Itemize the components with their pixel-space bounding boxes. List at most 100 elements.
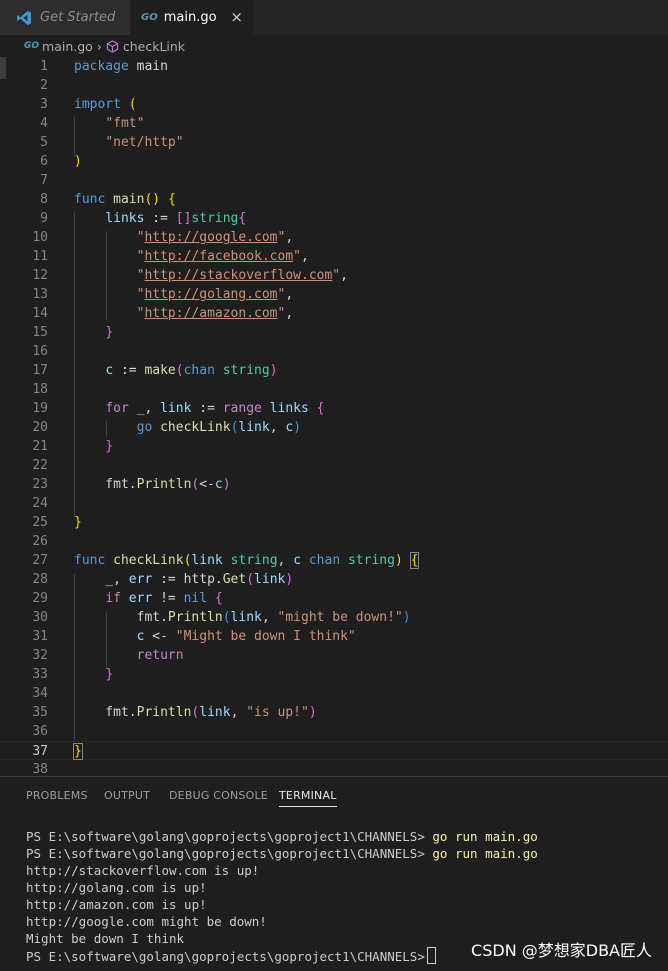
vscode-icon [17, 10, 31, 25]
code-line[interactable]: 3 import ( [0, 95, 668, 114]
code-line[interactable]: 20 go checkLink(link, c) [0, 418, 668, 437]
code-line[interactable]: 6) [0, 152, 668, 171]
line-number: 37 [32, 744, 48, 759]
tab-terminal[interactable]: TERMINAL [279, 789, 337, 807]
code-line[interactable]: 31 c <- "Might be down I think" [0, 627, 668, 646]
code-line[interactable]: 33 } [0, 665, 668, 684]
breadcrumb-file[interactable]: main.go [42, 39, 93, 54]
code-line[interactable]: 1 package main [0, 57, 668, 76]
code-editor[interactable]: 1 package main 2 3 import (4 "fmt" 5 "net/htt… [0, 57, 668, 776]
line-number: 16 [32, 344, 48, 359]
code-line[interactable]: 7 [0, 171, 668, 190]
line-code: c <- "Might be down I think" [136, 629, 356, 644]
code-line[interactable]: 13 "http://golang.com", [0, 285, 668, 304]
line-code: "http://amazon.com", [136, 306, 294, 321]
code-line[interactable]: 21 } [0, 437, 668, 456]
code-line[interactable]: 32 return [0, 646, 668, 665]
terminal-line: http://google.com might be down! [26, 914, 267, 929]
code-line[interactable]: 15 } [0, 323, 668, 342]
code-line[interactable]: 4 "fmt" [0, 114, 668, 133]
breadcrumb: GO main.go › checkLink [0, 35, 668, 57]
line-number: 13 [32, 287, 48, 302]
line-number: 12 [32, 268, 48, 283]
line-code: "http://golang.com", [136, 287, 294, 302]
line-code: func main() { [74, 192, 176, 207]
code-line[interactable]: 36 [0, 722, 668, 741]
terminal-line: Might be down I think [26, 931, 185, 946]
go-file-icon: GO [141, 12, 158, 23]
code-line[interactable]: 37} [0, 741, 668, 760]
terminal-cursor [426, 947, 436, 964]
terminal-output[interactable]: PS E:\software\golang\goprojects\goproje… [26, 828, 538, 965]
method-cube-icon [106, 39, 119, 53]
code-line[interactable]: 2 [0, 76, 668, 95]
line-number: 23 [32, 477, 48, 492]
line-code: fmt.Println(link, "might be down!") [74, 610, 411, 625]
tab-label: Get Started [40, 10, 116, 25]
code-line[interactable]: 38 [0, 760, 668, 776]
line-code: func checkLink(link string, c chan strin… [74, 552, 420, 569]
code-line[interactable]: 22 [0, 456, 668, 475]
line-number: 3 [40, 97, 48, 112]
line-code: "net/http" [105, 135, 184, 150]
code-line[interactable]: 23 fmt.Println(<-c) [0, 475, 668, 494]
code-line[interactable]: 16 [0, 342, 668, 361]
line-number: 36 [32, 724, 48, 739]
tab-main-go[interactable]: GO main.go × [131, 0, 253, 35]
line-code: return [136, 648, 184, 663]
code-line[interactable]: 29 if err != nil { [0, 589, 668, 608]
code-line[interactable]: 28 _, err := http.Get(link) [0, 570, 668, 589]
line-code: for _, link := range links { [105, 401, 325, 416]
line-code: } [73, 743, 83, 760]
line-code: "http://facebook.com", [136, 249, 309, 264]
line-number: 19 [32, 401, 48, 416]
tab-debug-console[interactable]: DEBUG CONSOLE [169, 789, 268, 802]
tab-label: main.go [163, 10, 217, 25]
line-code: go checkLink(link, c) [136, 420, 302, 435]
line-number: 28 [32, 572, 48, 587]
code-line[interactable]: 10 "http://google.com", [0, 228, 668, 247]
line-number: 22 [32, 458, 48, 473]
code-line[interactable]: 30 fmt.Println(link, "might be down!") [0, 608, 668, 627]
code-line[interactable]: 35 fmt.Println(link, "is up!") [0, 703, 668, 722]
tab-problems[interactable]: PROBLEMS [26, 789, 88, 802]
code-line[interactable]: 14 "http://amazon.com", [0, 304, 668, 323]
line-code: fmt.Println(link, "is up!") [74, 705, 317, 720]
terminal-line: PS E:\software\golang\goprojects\goproje… [26, 829, 538, 844]
tab-output[interactable]: OUTPUT [104, 789, 150, 802]
code-line[interactable]: 17 c := make(chan string) [0, 361, 668, 380]
tab-get-started[interactable]: Get Started [0, 0, 130, 35]
code-line[interactable]: 18 [0, 380, 668, 399]
line-number: 34 [32, 686, 48, 701]
line-number: 14 [32, 306, 48, 321]
line-number: 32 [32, 648, 48, 663]
line-number: 7 [40, 173, 48, 188]
code-line[interactable]: 8 func main() { [0, 190, 668, 209]
code-line[interactable]: 27 func checkLink(link string, c chan str… [0, 551, 668, 570]
code-line[interactable]: 25} [0, 513, 668, 532]
code-line[interactable]: 34 [0, 684, 668, 703]
line-number: 4 [40, 116, 48, 131]
line-code: if err != nil { [105, 591, 223, 606]
line-code: import ( [74, 97, 137, 112]
close-icon[interactable]: × [230, 8, 243, 26]
code-line[interactable]: 12 "http://stackoverflow.com", [0, 266, 668, 285]
line-code: } [105, 325, 114, 340]
chevron-right-icon: › [96, 38, 102, 54]
code-line[interactable]: 24 [0, 494, 668, 513]
code-line[interactable]: 19 for _, link := range links { [0, 399, 668, 418]
code-line[interactable]: 5 "net/http" [0, 133, 668, 152]
line-number: 15 [32, 325, 48, 340]
breadcrumb-symbol[interactable]: checkLink [123, 39, 185, 54]
line-number: 2 [40, 78, 48, 93]
terminal-command: go run main.go [432, 829, 538, 844]
line-number: 31 [32, 629, 48, 644]
line-number: 8 [40, 192, 48, 207]
line-number: 21 [32, 439, 48, 454]
line-code: } [74, 515, 82, 530]
code-line[interactable]: 11 "http://facebook.com", [0, 247, 668, 266]
code-line[interactable]: 26 [0, 532, 668, 551]
line-code: fmt.Println(<-c) [74, 477, 231, 492]
code-line[interactable]: 9 links := []string{ [0, 209, 668, 228]
line-code: _, err := http.Get(link) [74, 572, 294, 587]
